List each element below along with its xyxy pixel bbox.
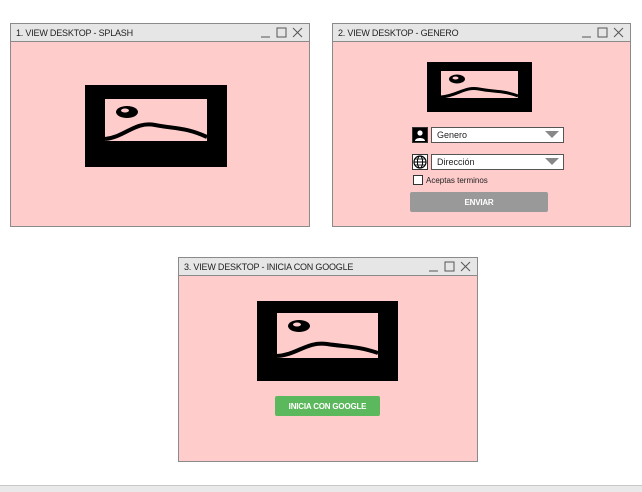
direccion-select-value: Dirección xyxy=(437,157,475,167)
image-placeholder-icon xyxy=(257,301,398,381)
minimize-icon[interactable] xyxy=(260,27,271,38)
close-icon[interactable] xyxy=(292,27,303,38)
image-placeholder-icon xyxy=(427,62,532,112)
genero-select-row: Genero xyxy=(412,127,564,143)
genero-window: 2. VIEW DESKTOP - GENERO Genero Direcció… xyxy=(332,23,631,227)
direccion-select-row: Dirección xyxy=(412,154,564,170)
direccion-select[interactable]: Dirección xyxy=(431,154,564,170)
minimize-icon[interactable] xyxy=(428,261,439,272)
window-titlebar: 3. VIEW DESKTOP - INICIA CON GOOGLE xyxy=(179,258,477,276)
minimize-icon[interactable] xyxy=(581,27,592,38)
window-title: 3. VIEW DESKTOP - INICIA CON GOOGLE xyxy=(184,261,354,272)
window-titlebar: 2. VIEW DESKTOP - GENERO xyxy=(333,24,630,42)
enviar-button[interactable]: ENVIAR xyxy=(410,192,548,212)
genero-select-value: Genero xyxy=(437,130,468,140)
close-icon[interactable] xyxy=(460,261,471,272)
maximize-icon[interactable] xyxy=(276,27,287,38)
window-title: 2. VIEW DESKTOP - GENERO xyxy=(338,27,459,38)
terms-checkbox-row: Aceptas terminos xyxy=(413,175,488,185)
terms-checkbox[interactable] xyxy=(413,175,423,185)
globe-icon xyxy=(412,154,428,170)
chevron-down-icon xyxy=(545,158,559,165)
maximize-icon[interactable] xyxy=(597,27,608,38)
genero-select[interactable]: Genero xyxy=(431,127,564,143)
image-placeholder-icon xyxy=(85,85,227,167)
window-title: 1. VIEW DESKTOP - SPLASH xyxy=(16,27,133,38)
close-icon[interactable] xyxy=(613,27,624,38)
chevron-down-icon xyxy=(545,131,559,138)
google-login-window: 3. VIEW DESKTOP - INICIA CON GOOGLE INIC… xyxy=(178,257,478,462)
maximize-icon[interactable] xyxy=(444,261,455,272)
window-titlebar: 1. VIEW DESKTOP - SPLASH xyxy=(11,24,309,42)
google-login-button[interactable]: INICIA CON GOOGLE xyxy=(275,396,380,416)
user-icon xyxy=(412,127,428,143)
splash-window: 1. VIEW DESKTOP - SPLASH xyxy=(10,23,310,227)
terms-checkbox-label: Aceptas terminos xyxy=(426,175,488,185)
